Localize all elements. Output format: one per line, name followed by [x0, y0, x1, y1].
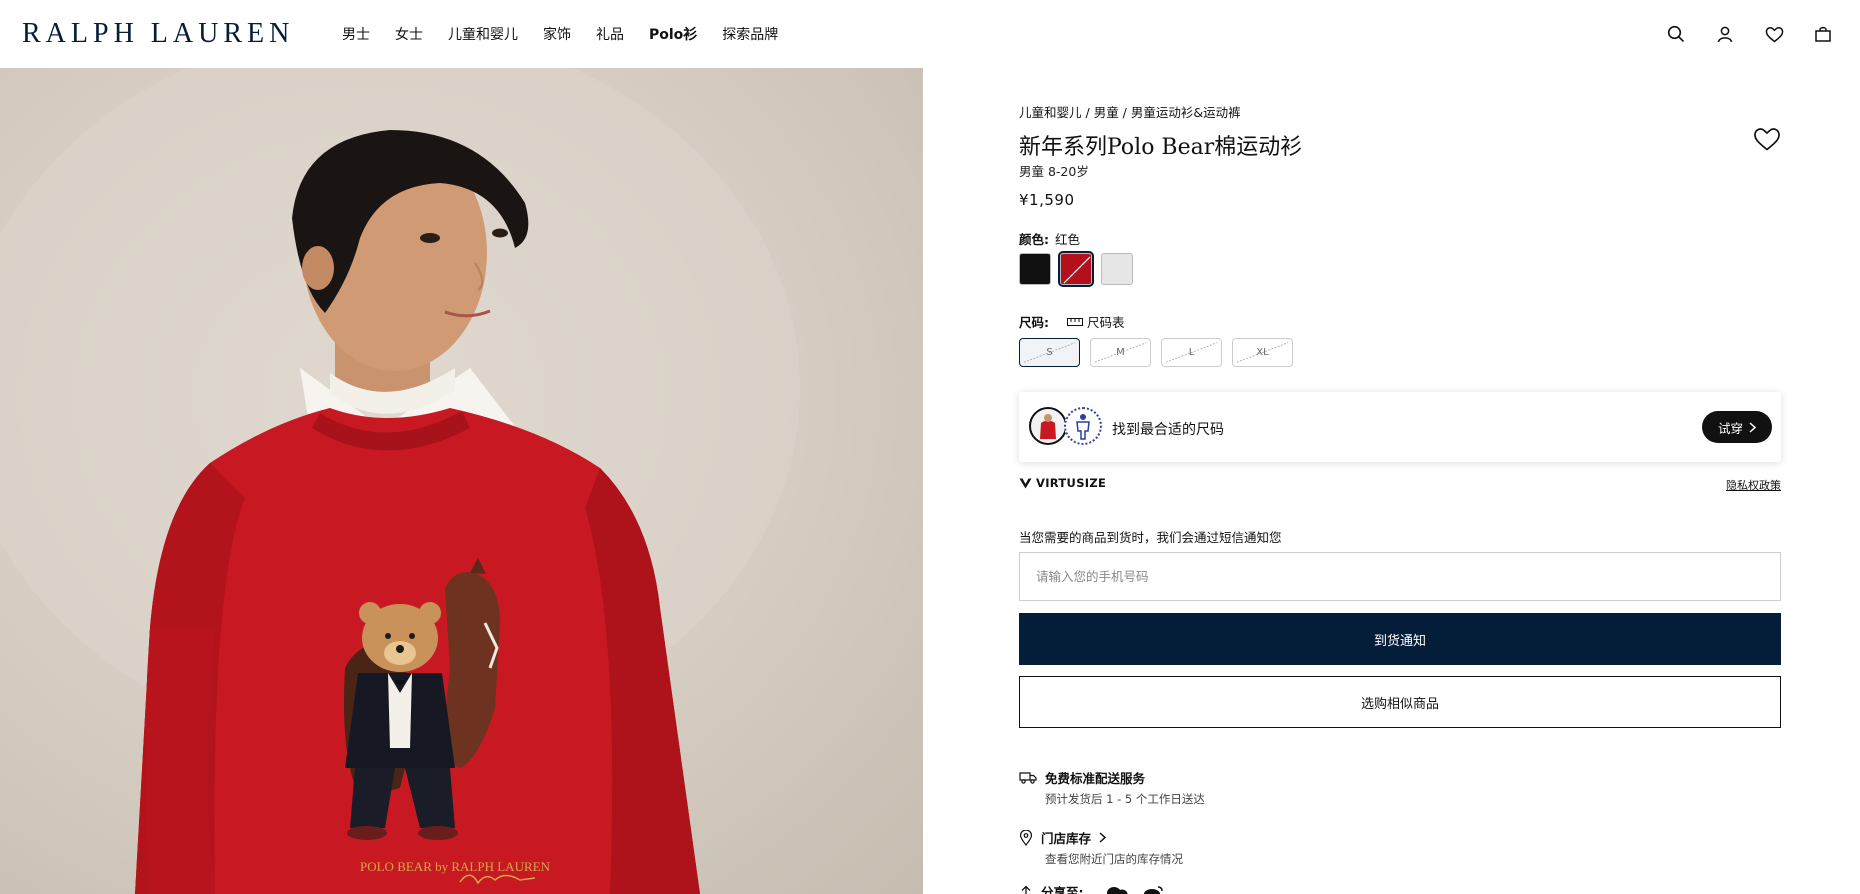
nav-item-kids[interactable]: 儿童和婴儿: [448, 24, 518, 44]
main-nav: 男士 女士 儿童和婴儿 家饰 礼品 Polo衫 探索品牌: [342, 24, 803, 44]
nav-item-gifts[interactable]: 礼品: [596, 24, 624, 44]
heart-icon: [1754, 128, 1780, 151]
shipping-subtext: 预计发货后 1 - 5 个工作日送达: [1045, 792, 1205, 806]
swatch-black[interactable]: [1019, 253, 1051, 285]
location-pin-icon: [1019, 829, 1033, 846]
delivery-truck-icon: [1019, 772, 1037, 784]
nav-item-men[interactable]: 男士: [342, 24, 370, 44]
ruler-icon: [1067, 317, 1083, 326]
virtusize-widget: 找到最合适的尺码 试穿: [1019, 392, 1781, 462]
unavailable-strike: [1236, 342, 1289, 363]
store-stock-info[interactable]: 门店库存 查看您附近门店的库存情况: [1019, 828, 1183, 867]
size-option-l[interactable]: L: [1161, 338, 1222, 367]
virtusize-brand-label: VIRTUSIZE: [1036, 476, 1107, 490]
virtusize-logo-icon: [1019, 478, 1032, 488]
color-label: 颜色: 红色: [1019, 229, 1080, 248]
breadcrumb-separator: /: [1081, 105, 1094, 120]
bag-icon[interactable]: [1809, 20, 1837, 48]
garment-thumbnail: [1029, 407, 1067, 445]
share-icon: [1021, 885, 1031, 894]
nav-item-explore[interactable]: 探索品牌: [722, 24, 778, 44]
privacy-policy-link[interactable]: 隐私权政策: [1726, 477, 1781, 493]
color-value: 红色: [1055, 232, 1081, 247]
size-chart-label: 尺码表: [1087, 315, 1125, 330]
unavailable-strike: [1023, 342, 1076, 363]
shop-similar-button[interactable]: 选购相似商品: [1019, 676, 1781, 728]
size-chart-link[interactable]: 尺码表: [1067, 312, 1125, 331]
restock-notice-text: 当您需要的商品到货时，我们会通过短信通知您: [1019, 530, 1282, 545]
find-size-text: 找到最合适的尺码: [1112, 422, 1224, 438]
weibo-icon[interactable]: [1142, 885, 1164, 894]
print-caption: POLO BEAR by RALPH LAUREN: [360, 859, 551, 874]
size-option-xl[interactable]: XL: [1232, 338, 1293, 367]
unavailable-strike: [1165, 342, 1218, 363]
swatch-red[interactable]: [1058, 251, 1094, 287]
size-option-m[interactable]: M: [1090, 338, 1151, 367]
color-swatches: [1019, 251, 1133, 287]
body-silhouette-icon: [1064, 407, 1102, 445]
breadcrumb-separator: /: [1118, 105, 1131, 120]
share-row: 分享至:: [1019, 882, 1164, 894]
store-stock-subtext: 查看您附近门店的库存情况: [1045, 852, 1183, 866]
share-title: 分享至:: [1041, 885, 1084, 894]
model-illustration: POLO BEAR by RALPH LAUREN: [0, 68, 800, 894]
brand-logo[interactable]: RALPH LAUREN: [22, 18, 294, 50]
notify-me-button[interactable]: 到货通知: [1019, 613, 1781, 665]
unavailable-strike: [1094, 342, 1147, 363]
unavailable-strike: [1063, 256, 1091, 284]
breadcrumb: 儿童和婴儿 / 男童 / 男童运动衫&运动裤: [1019, 102, 1241, 121]
nav-item-home[interactable]: 家饰: [543, 24, 571, 44]
breadcrumb-kids[interactable]: 儿童和婴儿: [1019, 105, 1082, 120]
size-label-title: 尺码:: [1019, 315, 1049, 330]
store-stock-title: 门店库存: [1041, 831, 1092, 846]
virtusize-brand: VIRTUSIZE: [1019, 476, 1106, 490]
add-to-wishlist-button[interactable]: [1753, 126, 1781, 154]
product-subtitle: 男童 8-20岁: [1019, 164, 1089, 179]
breadcrumb-category[interactable]: 男童运动衫&运动裤: [1131, 105, 1241, 120]
phone-number-input[interactable]: [1019, 552, 1781, 601]
nav-item-women[interactable]: 女士: [395, 24, 423, 44]
size-label: 尺码: 尺码表: [1019, 312, 1125, 331]
chevron-right-icon: [1749, 421, 1756, 433]
wechat-icon[interactable]: [1106, 885, 1128, 894]
product-image: POLO BEAR by RALPH LAUREN: [0, 68, 923, 894]
nav-item-polo[interactable]: Polo衫: [649, 24, 697, 44]
size-options: S M L XL: [1019, 338, 1293, 367]
size-option-s[interactable]: S: [1019, 338, 1080, 367]
try-on-button[interactable]: 试穿: [1702, 411, 1772, 443]
swatch-white[interactable]: [1101, 253, 1133, 285]
chevron-right-icon: [1099, 832, 1107, 843]
breadcrumb-boys[interactable]: 男童: [1094, 105, 1119, 120]
shipping-info: 免费标准配送服务 预计发货后 1 - 5 个工作日送达: [1019, 768, 1205, 807]
shipping-title: 免费标准配送服务: [1045, 771, 1146, 786]
color-label-title: 颜色:: [1019, 232, 1049, 247]
try-on-label: 试穿: [1717, 420, 1743, 436]
product-title: 新年系列Polo Bear棉运动衫: [1019, 135, 1303, 160]
product-price: ¥1,590: [1019, 191, 1075, 209]
product-details: 儿童和婴儿 / 男童 / 男童运动衫&运动裤 新年系列Polo Bear棉运动衫…: [1019, 0, 1781, 894]
